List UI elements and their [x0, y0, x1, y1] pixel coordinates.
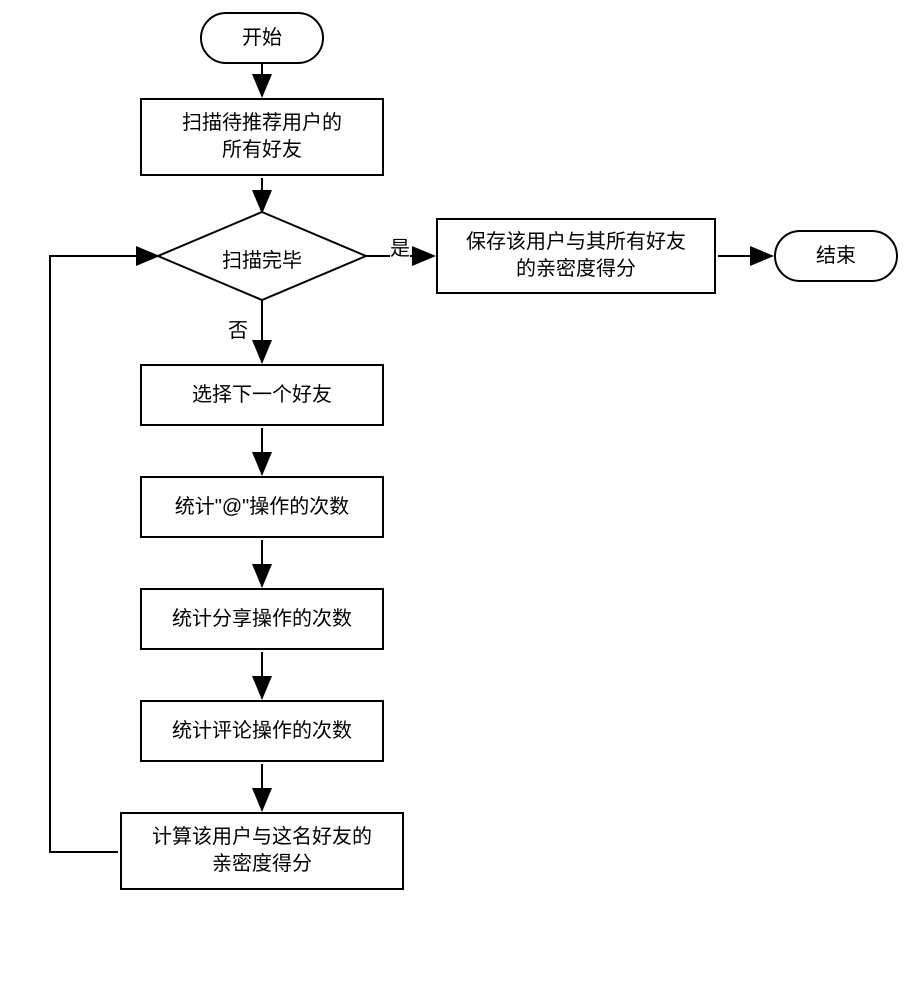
save-line2: 的亲密度得分	[466, 256, 686, 283]
process-select-next: 选择下一个好友	[140, 364, 384, 426]
count-share-label: 统计分享操作的次数	[172, 606, 352, 633]
process-count-at: 统计"@"操作的次数	[140, 476, 384, 538]
end-label: 结束	[816, 243, 856, 270]
edge-label-yes: 是	[390, 232, 410, 261]
calc-line1: 计算该用户与这名好友的	[152, 824, 372, 851]
scan-line2: 所有好友	[182, 137, 342, 164]
process-scan-all-friends: 扫描待推荐用户的 所有好友	[140, 98, 384, 176]
calc-line2: 亲密度得分	[152, 851, 372, 878]
process-count-share: 统计分享操作的次数	[140, 588, 384, 650]
select-next-label: 选择下一个好友	[192, 382, 332, 409]
count-comment-label: 统计评论操作的次数	[172, 718, 352, 745]
end-terminal: 结束	[774, 230, 898, 282]
decision-scan-complete: 扫描完毕	[158, 212, 366, 300]
edge-label-no: 否	[228, 314, 248, 343]
decision-label: 扫描完毕	[158, 244, 366, 273]
start-label: 开始	[242, 25, 282, 52]
process-save-score: 保存该用户与其所有好友 的亲密度得分	[436, 218, 716, 294]
save-line1: 保存该用户与其所有好友	[466, 229, 686, 256]
count-at-label: 统计"@"操作的次数	[175, 494, 350, 521]
process-count-comment: 统计评论操作的次数	[140, 700, 384, 762]
process-calc-score: 计算该用户与这名好友的 亲密度得分	[120, 812, 404, 890]
scan-line1: 扫描待推荐用户的	[182, 110, 342, 137]
start-terminal: 开始	[200, 12, 324, 64]
